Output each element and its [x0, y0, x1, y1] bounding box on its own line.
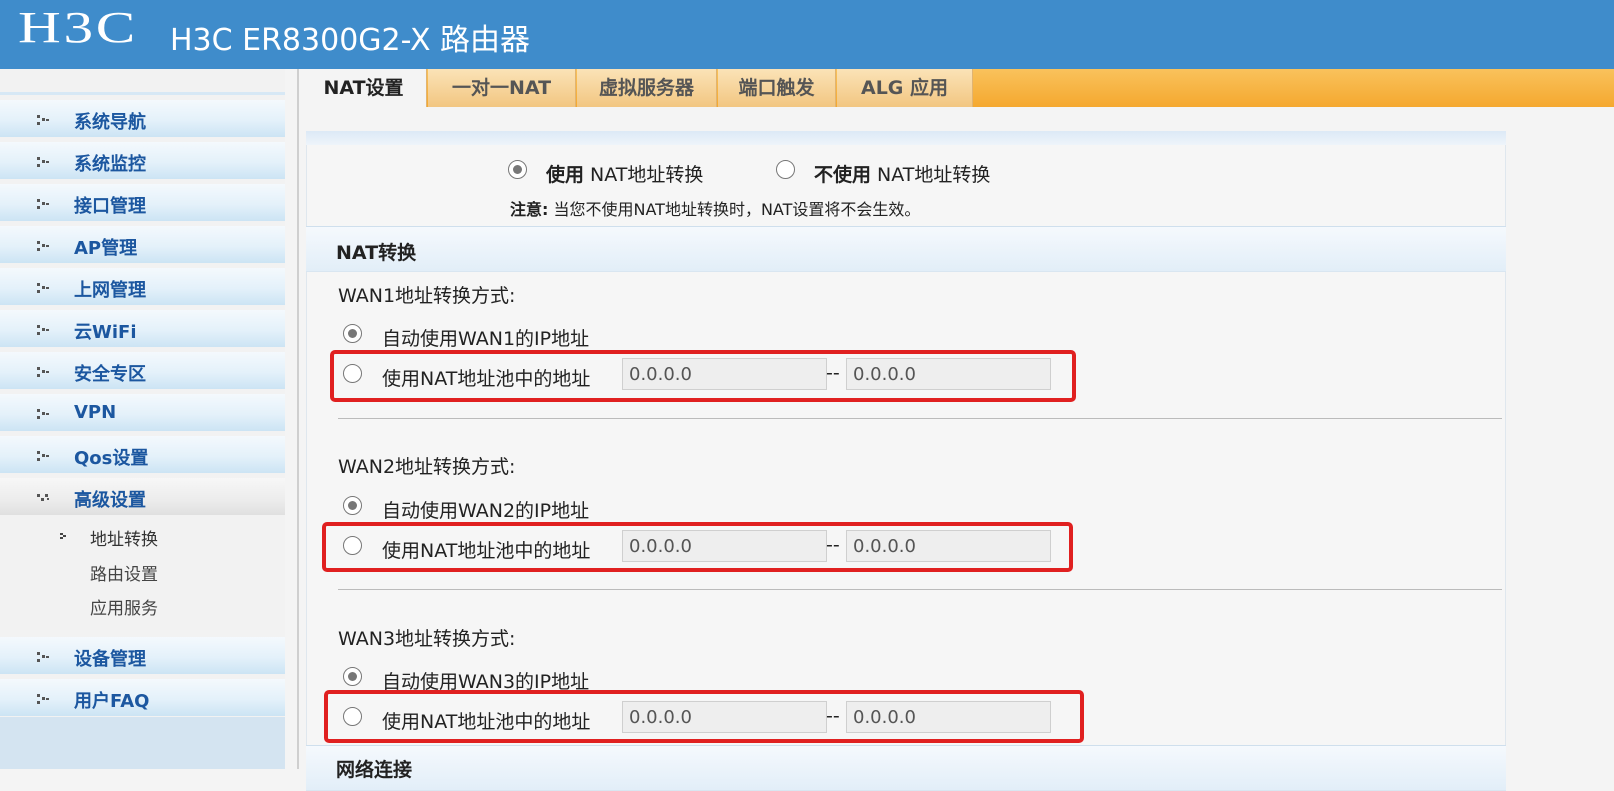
wan2-auto-label: 自动使用WAN2的IP地址 — [382, 500, 590, 522]
tab-virtual-server[interactable]: 虚拟服务器 — [577, 69, 717, 107]
page-title: H3C ER8300G2-X 路由器 — [170, 23, 531, 58]
range-separator: -- — [826, 705, 840, 727]
sidebar-item-label: 系统导航 — [74, 112, 146, 133]
range-separator: -- — [826, 534, 840, 556]
sidebar-item-cloud-wifi[interactable]: 云WiFi — [0, 310, 285, 347]
wan1-auto-radio[interactable] — [343, 324, 362, 343]
tab-nat-settings[interactable]: NAT设置 — [301, 69, 427, 107]
menu-arrow-icon — [37, 409, 49, 419]
h3c-logo: H3C — [18, 4, 138, 48]
sidebar-item-label: 高级设置 — [74, 490, 146, 511]
sidebar-item-internet[interactable]: 上网管理 — [0, 268, 285, 305]
sidebar-item-label: 云WiFi — [74, 322, 137, 343]
active-bullet-icon — [60, 533, 66, 539]
use-nat-radio[interactable] — [508, 160, 527, 179]
sidebar-item-label: 系统监控 — [74, 154, 146, 175]
wan1-pool-end-input[interactable] — [846, 358, 1051, 390]
menu-arrow-icon — [37, 451, 49, 461]
menu-arrow-icon — [37, 157, 49, 167]
tab-one-to-one-nat[interactable]: 一对一NAT — [428, 69, 576, 107]
no-nat-radio[interactable] — [776, 160, 795, 179]
submenu-item-nat[interactable]: 地址转换 — [90, 525, 158, 550]
wan2-auto-radio[interactable] — [343, 496, 362, 515]
wan2-pool-label: 使用NAT地址池中的地址 — [382, 540, 591, 562]
wan2-label: WAN2地址转换方式: — [338, 456, 516, 478]
sidebar-item-faq[interactable]: 用户FAQ — [0, 679, 285, 716]
sidebar-item-vpn[interactable]: VPN — [0, 394, 285, 431]
sidebar-item-label: 上网管理 — [74, 280, 146, 301]
sidebar-top-divider — [0, 92, 285, 95]
menu-expanded-icon — [37, 494, 49, 501]
submenu-item-routing[interactable]: 路由设置 — [90, 560, 158, 585]
wan3-label: WAN3地址转换方式: — [338, 628, 516, 650]
wan-divider — [338, 589, 1502, 590]
wan1-auto-label: 自动使用WAN1的IP地址 — [382, 328, 590, 350]
wan2-pool-radio[interactable] — [343, 536, 362, 555]
wan3-auto-radio[interactable] — [343, 667, 362, 686]
wan3-pool-radio[interactable] — [343, 707, 362, 726]
sidebar-item-advanced[interactable]: 高级设置 — [0, 478, 285, 515]
tab-port-trigger[interactable]: 端口触发 — [718, 69, 836, 107]
panel-header-strip — [306, 131, 1506, 145]
menu-arrow-icon — [37, 325, 49, 335]
wan1-label: WAN1地址转换方式: — [338, 285, 516, 307]
range-separator: -- — [826, 362, 840, 384]
sidebar-item-label: 用户FAQ — [74, 691, 150, 712]
sidebar-item-label: AP管理 — [74, 238, 138, 259]
wan2-pool-start-input[interactable] — [622, 530, 827, 562]
sidebar-item-qos[interactable]: Qos设置 — [0, 436, 285, 473]
nat-section-title: NAT转换 — [336, 242, 417, 264]
nat-note: 注意: 当您不使用NAT地址转换时，NAT设置将不会生效。 — [510, 200, 921, 219]
wan1-pool-label: 使用NAT地址池中的地址 — [382, 368, 591, 390]
menu-arrow-icon — [37, 283, 49, 293]
sidebar-item-label: 接口管理 — [74, 196, 146, 217]
use-nat-label: 使用 NAT地址转换 — [546, 164, 704, 186]
wan3-pool-start-input[interactable] — [622, 701, 827, 733]
menu-arrow-icon — [37, 367, 49, 377]
sidebar-item-interface[interactable]: 接口管理 — [0, 184, 285, 221]
sidebar-item-label: VPN — [74, 402, 117, 423]
menu-arrow-icon — [37, 199, 49, 209]
nat-section-header: NAT转换 — [306, 226, 1506, 272]
top-header: H3C H3C ER8300G2-X 路由器 — [0, 0, 1614, 69]
sidebar-item-security[interactable]: 安全专区 — [0, 352, 285, 389]
wan2-pool-end-input[interactable] — [846, 530, 1051, 562]
wan3-pool-end-input[interactable] — [846, 701, 1051, 733]
no-nat-label: 不使用 NAT地址转换 — [814, 164, 991, 186]
sidebar-item-system-nav[interactable]: 系统导航 — [0, 100, 285, 137]
network-section-header: 网络连接 — [306, 745, 1506, 791]
sidebar-item-ap[interactable]: AP管理 — [0, 226, 285, 263]
menu-arrow-icon — [37, 694, 49, 704]
tab-alg[interactable]: ALG 应用 — [837, 69, 973, 107]
sidebar-item-label: Qos设置 — [74, 448, 149, 469]
wan-divider — [338, 418, 1502, 419]
sidebar-divider — [297, 69, 299, 769]
sidebar-item-system-monitor[interactable]: 系统监控 — [0, 142, 285, 179]
wan1-pool-radio[interactable] — [343, 364, 362, 383]
menu-arrow-icon — [37, 241, 49, 251]
sidebar-item-device[interactable]: 设备管理 — [0, 637, 285, 674]
svg-text:H3C: H3C — [18, 4, 138, 48]
submenu-item-app-service[interactable]: 应用服务 — [90, 594, 158, 619]
menu-arrow-icon — [37, 115, 49, 125]
wan3-pool-label: 使用NAT地址池中的地址 — [382, 711, 591, 733]
sidebar-footer — [0, 717, 285, 769]
menu-arrow-icon — [37, 652, 49, 662]
sidebar-item-label: 设备管理 — [74, 649, 146, 670]
tab-bar: NAT设置 一对一NAT 虚拟服务器 端口触发 ALG 应用 — [301, 69, 1614, 107]
sidebar-item-label: 安全专区 — [74, 364, 146, 385]
wan1-pool-start-input[interactable] — [622, 358, 827, 390]
